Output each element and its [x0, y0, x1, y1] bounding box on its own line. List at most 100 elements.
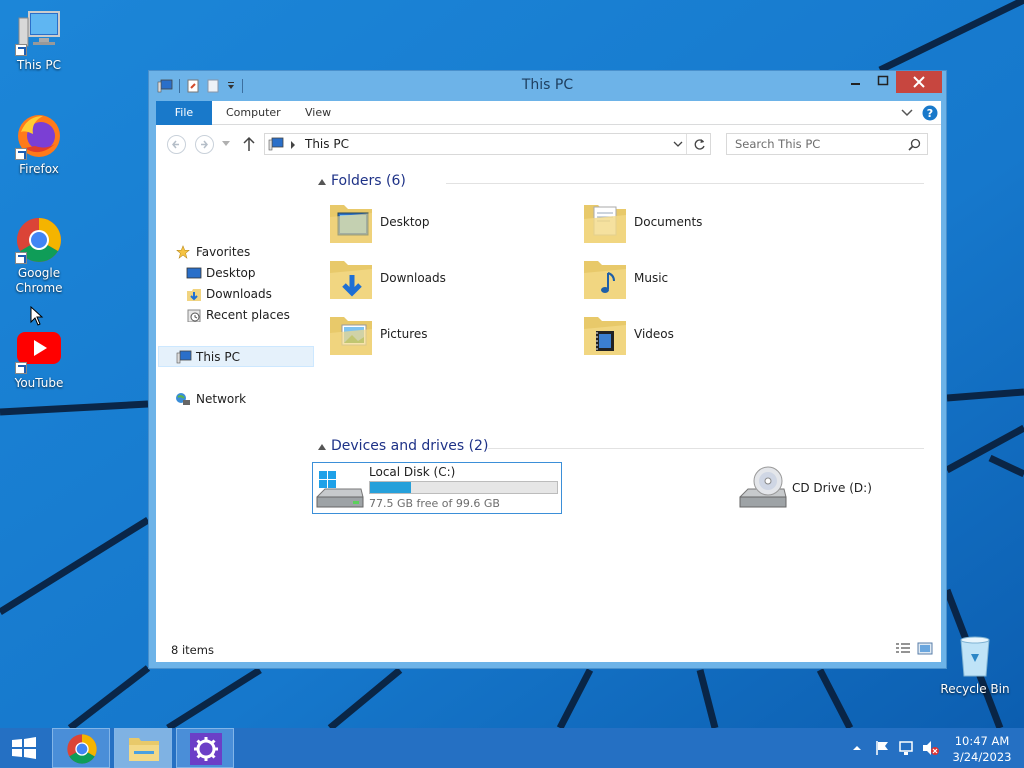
network-status-icon[interactable] [898, 740, 916, 768]
forward-arrow-icon [201, 140, 208, 149]
documents-folder-icon [584, 205, 626, 243]
computer-icon [268, 137, 284, 151]
folder-tile-desktop[interactable]: Desktop [324, 197, 564, 249]
address-bar[interactable]: This PC [264, 133, 711, 155]
sidebar-item-desktop[interactable]: Desktop [158, 263, 314, 284]
shortcut-arrow-icon [15, 148, 27, 160]
desktop-icon-this-pc[interactable]: This PC [1, 8, 77, 73]
action-center-flag-icon[interactable] [874, 740, 890, 768]
folder-tile-documents[interactable]: Documents [578, 197, 818, 249]
group-header-label: Devices and drives (2) [331, 438, 489, 454]
search-icon[interactable] [908, 138, 921, 151]
address-path[interactable]: This PC [305, 137, 349, 151]
desktop-icon-firefox[interactable]: Firefox [1, 112, 77, 177]
shortcut-arrow-icon [15, 362, 27, 374]
taskbar-settings-button[interactable] [176, 728, 234, 768]
navigation-pane: Favorites Desktop Downloads Recent place… [156, 163, 316, 636]
start-button[interactable] [0, 728, 48, 768]
forward-button[interactable] [195, 135, 214, 154]
sidebar-item-favorites[interactable]: Favorites [158, 242, 314, 263]
drive-tile-local-disk[interactable]: Local Disk (C:) 77.5 GB free of 99.6 GB [312, 462, 562, 514]
large-icons-view-icon[interactable] [917, 641, 933, 657]
desktop-icon-label: Google Chrome [15, 266, 63, 295]
system-clock[interactable]: 10:47 AM 3/24/2023 [948, 733, 1016, 765]
search-box[interactable] [726, 133, 928, 155]
drive-tile-cd[interactable]: CD Drive (D:) [736, 465, 936, 517]
sidebar-item-this-pc[interactable]: This PC [158, 346, 314, 367]
title-bar[interactable]: This PC [149, 71, 946, 101]
ribbon-expand-icon[interactable] [901, 108, 913, 118]
folder-tile-pictures[interactable]: Pictures [324, 309, 564, 361]
tab-view[interactable]: View [305, 101, 331, 125]
address-dropdown-icon[interactable] [673, 141, 683, 149]
sidebar-item-label: Desktop [206, 266, 256, 280]
help-icon[interactable]: ? [922, 105, 938, 121]
folder-label: Pictures [380, 327, 428, 341]
ribbon-tab-bar: File Computer View ? [156, 101, 941, 125]
desktop-icon-label: Firefox [19, 162, 59, 176]
folder-tile-videos[interactable]: Videos [578, 309, 818, 361]
desktop-icon-label: This PC [17, 58, 61, 72]
status-bar: 8 items [156, 636, 941, 662]
videos-folder-icon [584, 317, 626, 355]
folder-tile-music[interactable]: Music [578, 253, 818, 305]
close-button[interactable] [896, 71, 942, 93]
shortcut-arrow-icon [15, 252, 27, 264]
svg-text:?: ? [927, 107, 933, 120]
taskbar-chrome-button[interactable] [52, 728, 110, 768]
status-item-count: 8 items [171, 643, 214, 657]
shortcut-arrow-icon [15, 44, 27, 56]
explorer-window[interactable]: This PC File Computer View ? This PC Sea… [148, 70, 947, 669]
desktop-icon-label: Recycle Bin [940, 682, 1010, 696]
music-folder-icon [584, 261, 626, 299]
sidebar-item-recent-places[interactable]: Recent places [158, 305, 314, 326]
recent-locations-icon[interactable] [222, 141, 230, 147]
breadcrumb-chevron-icon[interactable] [290, 141, 296, 149]
maximize-icon [877, 75, 889, 86]
address-divider [686, 134, 687, 154]
content-pane: Folders (6) Desktop Documents Downloads … [312, 163, 941, 636]
back-arrow-icon [172, 140, 179, 149]
search-input[interactable] [727, 134, 907, 154]
close-icon [913, 76, 925, 88]
file-explorer-icon [129, 738, 159, 761]
group-divider [488, 448, 924, 449]
refresh-icon[interactable] [693, 138, 706, 151]
minimize-button[interactable] [842, 71, 869, 93]
tab-file[interactable]: File [156, 101, 212, 125]
folder-tile-downloads[interactable]: Downloads [324, 253, 564, 305]
desktop-icon-label: YouTube [14, 376, 64, 390]
sidebar-item-label: Recent places [206, 308, 290, 322]
cd-drive-icon [739, 466, 787, 508]
back-button[interactable] [167, 135, 186, 154]
maximize-button[interactable] [869, 71, 896, 93]
group-header-devices[interactable]: Devices and drives (2) [316, 438, 924, 458]
pictures-folder-icon [330, 317, 372, 355]
group-header-label: Folders (6) [331, 173, 406, 189]
downloads-icon [187, 289, 201, 301]
star-icon [176, 245, 190, 259]
up-arrow-icon[interactable] [242, 136, 256, 152]
group-header-folders[interactable]: Folders (6) [316, 173, 924, 193]
collapse-arrow-icon[interactable] [318, 444, 326, 450]
volume-muted-icon[interactable] [922, 740, 940, 768]
sidebar-item-downloads[interactable]: Downloads [158, 284, 314, 305]
folder-label: Documents [634, 215, 703, 229]
show-hidden-icons-icon[interactable] [852, 744, 862, 768]
desktop-icon-chrome[interactable]: Google Chrome [1, 216, 77, 296]
details-view-icon[interactable] [895, 642, 911, 656]
tab-computer[interactable]: Computer [226, 101, 281, 125]
computer-icon [15, 8, 63, 56]
taskbar-file-explorer-button[interactable] [114, 728, 172, 768]
taskbar: 10:47 AM 3/24/2023 [0, 728, 1024, 768]
sidebar-item-network[interactable]: Network [158, 389, 314, 410]
desktop-icon-youtube[interactable]: YouTube [1, 326, 77, 391]
folder-label: Desktop [380, 215, 430, 229]
drive-usage-fill [370, 482, 412, 493]
collapse-arrow-icon[interactable] [318, 179, 326, 185]
computer-icon [176, 350, 192, 364]
network-icon [176, 393, 190, 405]
sidebar-item-label: Network [196, 392, 247, 406]
desktop-icon-recycle-bin[interactable]: Recycle Bin [937, 632, 1013, 697]
chrome-icon [67, 734, 97, 764]
